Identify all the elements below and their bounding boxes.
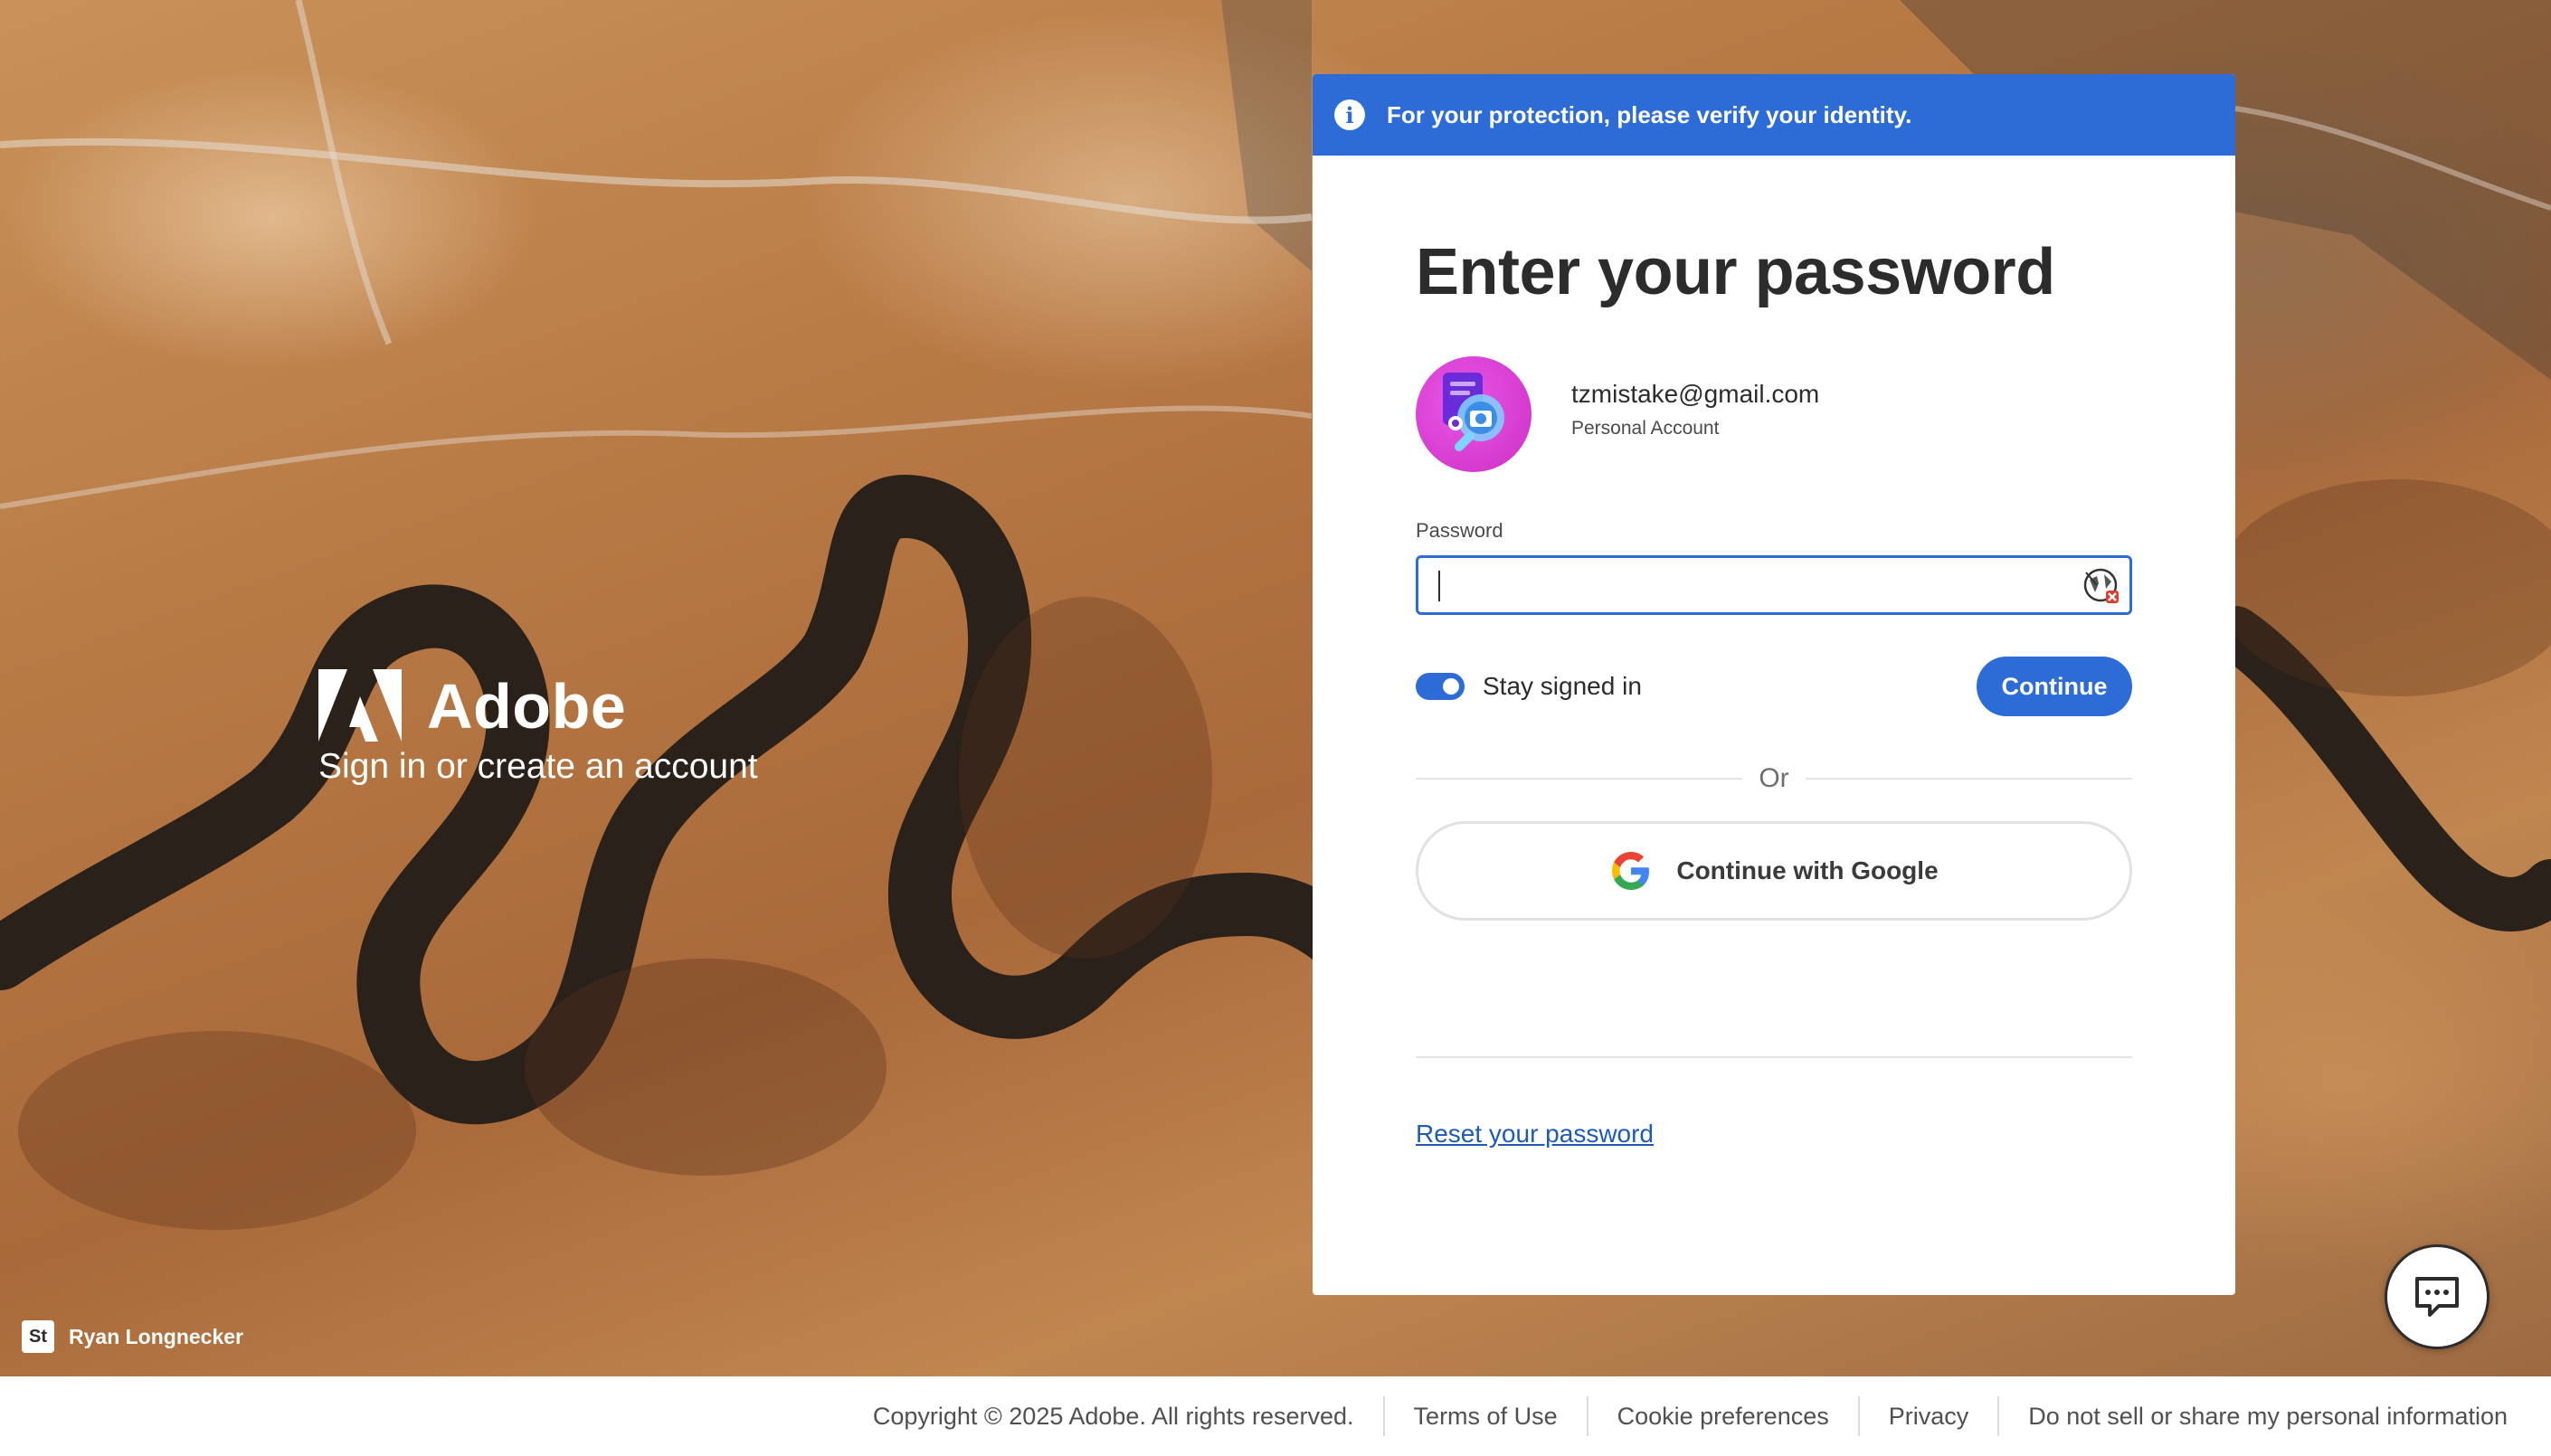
password-label: Password bbox=[1416, 519, 1503, 542]
password-input[interactable] bbox=[1418, 558, 2129, 612]
brand-block: Adobe Sign in or create an account bbox=[318, 669, 758, 787]
reset-password-link[interactable]: Reset your password bbox=[1416, 1120, 1654, 1149]
brand-name: Adobe bbox=[427, 671, 627, 742]
page-title: Enter your password bbox=[1416, 236, 2055, 308]
section-divider bbox=[1416, 1056, 2132, 1058]
footer: Copyright © 2025 Adobe. All rights reser… bbox=[0, 1376, 2551, 1456]
chat-button[interactable] bbox=[2385, 1244, 2489, 1349]
stay-signed-in-label: Stay signed in bbox=[1483, 672, 1642, 700]
terms-of-use-link[interactable]: Terms of Use bbox=[1414, 1403, 1558, 1431]
document-search-icon bbox=[1443, 373, 1504, 451]
copyright-text: Copyright © 2025 Adobe. All rights reser… bbox=[872, 1402, 1354, 1430]
verification-banner: i For your protection, please verify you… bbox=[1313, 74, 2235, 156]
continue-with-google-button[interactable]: Continue with Google bbox=[1416, 821, 2132, 921]
continue-button[interactable]: Continue bbox=[1977, 657, 2132, 716]
google-button-label: Continue with Google bbox=[1676, 856, 1939, 884]
info-icon: i bbox=[1334, 99, 1365, 130]
photo-credit[interactable]: St Ryan Longnecker bbox=[22, 1320, 243, 1353]
do-not-sell-link[interactable]: Do not sell or share my personal informa… bbox=[2028, 1403, 2508, 1431]
password-field-wrapper bbox=[1416, 555, 2132, 615]
adobe-logo-icon bbox=[318, 669, 402, 742]
or-divider: Or bbox=[1416, 763, 2133, 794]
account-info: tzmistake@gmail.com Personal Account bbox=[1416, 356, 2132, 472]
sign-in-card: i For your protection, please verify you… bbox=[1313, 74, 2235, 1295]
cookie-preferences-link[interactable]: Cookie preferences bbox=[1617, 1403, 1829, 1431]
toggle-switch[interactable] bbox=[1416, 673, 1465, 700]
privacy-link[interactable]: Privacy bbox=[1889, 1403, 1969, 1431]
password-manager-icon[interactable] bbox=[2079, 565, 2122, 607]
avatar bbox=[1416, 356, 1532, 472]
photo-credit-name[interactable]: Ryan Longnecker bbox=[69, 1325, 243, 1349]
brand-subtitle: Sign in or create an account bbox=[318, 747, 758, 786]
stock-badge-icon: St bbox=[22, 1320, 54, 1353]
chat-icon bbox=[2415, 1277, 2459, 1317]
account-email: tzmistake@gmail.com bbox=[1571, 380, 1820, 408]
banner-text: For your protection, please verify your … bbox=[1387, 100, 1912, 128]
account-type: Personal Account bbox=[1571, 418, 1720, 439]
stay-signed-in-toggle[interactable]: Stay signed in bbox=[1416, 672, 1642, 701]
or-text: Or bbox=[1759, 763, 1789, 793]
google-icon bbox=[1612, 852, 1650, 890]
text-caret bbox=[1438, 571, 1440, 601]
